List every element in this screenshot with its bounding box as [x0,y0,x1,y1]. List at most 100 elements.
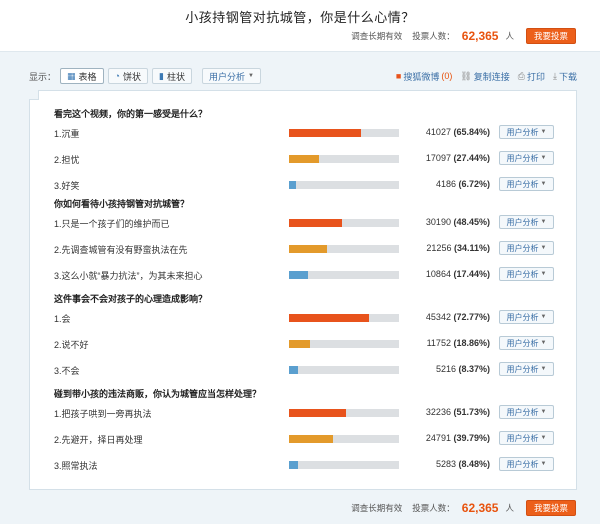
table-view-button[interactable]: ▦ 表格 [60,68,104,84]
download-link[interactable]: ⤓ 下载 [553,70,577,83]
bar-chart-icon: ▮ [159,70,164,81]
option-label: 2.先调查城管有没有野蛮执法在先 [54,245,188,255]
weibo-icon: ■ [395,71,402,81]
chevron-down-icon: ▼ [540,340,547,346]
result-bar-track [289,461,399,469]
question-title: 这件事会不会对孩子的心理造成影响？ [54,294,208,304]
user-analysis-button[interactable]: 用户分析 ▼ [499,405,554,419]
print-label: 打印 [526,71,545,82]
user-analysis-button[interactable]: 用户分析 ▼ [499,267,554,281]
result-bar-track [289,129,399,137]
page-title: 小孩持钢管对抗城管，你是什么心情？ [185,10,415,25]
result-bar-track [289,435,399,443]
voters-label: 投票人数： [412,31,455,41]
vote-button-bottom[interactable]: 我要投票 [525,500,576,516]
option-label: 1.会 [54,314,71,324]
vote-percentage: (8.37%) [458,364,490,374]
voters-unit: 人 [505,31,514,41]
result-bar-track [289,245,399,253]
result-bar-track [289,409,399,417]
table-view-label: 表格 [78,71,97,82]
vote-count: 4186 [435,179,456,189]
vote-count: 10864 [425,269,451,279]
user-analysis-button-label: 用户分析 [506,179,539,189]
vote-result: 32236 (51.73%) [406,407,490,417]
result-bar-fill [289,314,369,322]
user-analysis-dropdown[interactable]: 用户分析 ▼ [201,68,261,84]
survey-results-panel: 看完这个视频，你的第一感受是什么？ 1.沉重 41027 (65.84%) 用户分析 ▼… [29,90,577,490]
vote-percentage: (8.48%) [458,459,490,469]
chevron-down-icon: ▼ [540,461,547,467]
vote-count: 41027 [425,127,451,137]
option-label: 3.不会 [54,366,80,376]
user-analysis-button-label: 用户分析 [506,312,539,322]
vote-count: 17097 [425,153,451,163]
pie-view-button[interactable]: ◔ 饼状 [107,68,148,84]
result-bar-fill [289,435,333,443]
chevron-down-icon: ▼ [540,271,547,277]
chevron-down-icon: ▼ [540,155,547,161]
validity-text-bottom: 调查长期有效 [351,503,403,513]
vote-percentage: (6.72%) [458,179,490,189]
result-bar-track [289,314,399,322]
option-label: 2.说不好 [54,340,89,350]
user-analysis-button[interactable]: 用户分析 ▼ [499,215,554,229]
pie-chart-icon: ◔ [114,71,120,81]
user-analysis-button-label: 用户分析 [506,364,539,374]
vote-count: 21256 [426,243,452,253]
result-bar-track [289,155,399,163]
vote-button[interactable]: 我要投票 [525,28,576,44]
vote-result: 24791 (39.79%) [406,433,490,443]
voters-label-bottom: 投票人数： [412,503,455,513]
vote-stats-bottom: 调查长期有效 投票人数： 62,365 人 我要投票 [351,500,576,516]
chevron-down-icon: ▼ [540,129,547,135]
weibo-share-link[interactable]: ■ 搜狐微博 (0) [396,70,452,83]
copy-link[interactable]: ⛓ 复制连接 [460,70,509,83]
vote-result: 11752 (18.86%) [406,338,490,348]
result-bar-fill [289,181,296,189]
share-tools: ■ 搜狐微博 (0) ⛓ 复制连接 ⎙ 打印 ⤓ 下载 [396,70,577,83]
user-analysis-button[interactable]: 用户分析 ▼ [499,431,554,445]
chevron-down-icon: ▼ [540,181,547,187]
user-analysis-button[interactable]: 用户分析 ▼ [499,336,554,350]
display-label: 显示： [29,71,57,82]
question-title: 你如何看待小孩持钢管对抗城管？ [54,199,190,209]
chevron-down-icon: ▼ [540,314,547,320]
chevron-down-icon: ▼ [540,435,547,441]
vote-result: 17097 (27.44%) [406,153,490,163]
result-bar-fill [289,129,361,137]
result-bar-fill [289,245,327,253]
user-analysis-button-label: 用户分析 [506,127,539,137]
question-title: 看完这个视频，你的第一感受是什么？ [54,109,208,119]
user-analysis-button[interactable]: 用户分析 ▼ [499,241,554,255]
option-label: 1.只是一个孩子们的维护而已 [54,219,170,229]
printer-icon: ⎙ [517,70,525,81]
user-analysis-button[interactable]: 用户分析 ▼ [499,125,554,139]
vote-percentage: (72.77%) [453,312,490,322]
option-label: 1.沉重 [54,129,80,139]
option-label: 2.先避开，择日再处理 [54,435,143,445]
print-link[interactable]: ⎙ 打印 [518,70,545,83]
result-bar-fill [289,340,310,348]
user-analysis-button-label: 用户分析 [506,407,539,417]
user-analysis-button[interactable]: 用户分析 ▼ [499,177,554,191]
result-bar-fill [289,461,298,469]
user-analysis-button[interactable]: 用户分析 ▼ [499,151,554,165]
download-icon: ⤓ [553,70,557,81]
vote-count: 24791 [425,433,451,443]
vote-result: 5216 (8.37%) [406,364,490,374]
vote-count: 30190 [425,217,451,227]
result-bar-fill [289,366,298,374]
user-analysis-button[interactable]: 用户分析 ▼ [499,362,554,376]
chevron-down-icon: ▼ [540,245,547,251]
vote-result: 30190 (48.45%) [406,217,490,227]
user-analysis-button[interactable]: 用户分析 ▼ [499,310,554,324]
user-analysis-button-label: 用户分析 [506,153,539,163]
vote-percentage: (65.84%) [453,127,490,137]
vote-percentage: (17.44%) [453,269,490,279]
result-bar-track [289,271,399,279]
bar-view-button[interactable]: ▮ 柱状 [152,68,192,84]
result-bar-track [289,366,399,374]
user-analysis-button[interactable]: 用户分析 ▼ [499,457,554,471]
vote-result: 45342 (72.77%) [406,312,490,322]
